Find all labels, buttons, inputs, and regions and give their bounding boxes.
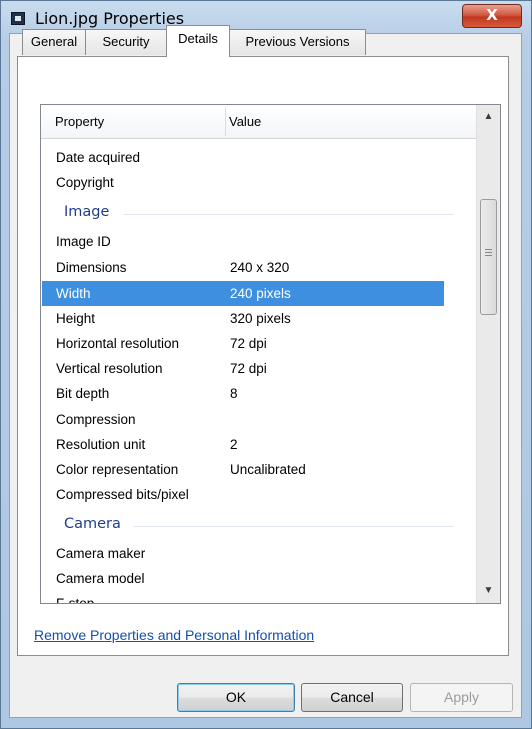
scroll-up-arrow-icon[interactable]: ▲ (477, 105, 500, 129)
property-value: 320 pixels (230, 311, 291, 326)
property-value: 72 dpi (230, 361, 267, 376)
property-value: 72 dpi (230, 336, 267, 351)
vertical-scrollbar[interactable]: ▲ ▼ (476, 105, 500, 603)
property-name: Height (56, 311, 96, 326)
apply-button[interactable]: Apply (410, 683, 513, 712)
tab-general[interactable]: General (22, 29, 86, 55)
property-value: 8 (230, 386, 238, 401)
property-name: Image ID (56, 234, 111, 249)
property-name: F-stop (56, 596, 95, 604)
property-value: 240 pixels (230, 286, 291, 301)
window-title: Lion.jpg Properties (35, 9, 185, 28)
group-header-camera: Camera (42, 513, 454, 538)
tab-previous-versions[interactable]: Previous Versions (229, 29, 366, 55)
tab-details[interactable]: Details (166, 25, 230, 57)
tab-security[interactable]: Security (85, 29, 167, 55)
property-name: Resolution unit (56, 437, 146, 452)
property-name: Color representation (56, 462, 179, 477)
property-name: Vertical resolution (56, 361, 163, 376)
property-name: Bit depth (56, 386, 110, 401)
column-header-property[interactable]: Property (55, 105, 104, 138)
cancel-button[interactable]: Cancel (301, 683, 403, 712)
ok-button[interactable]: OK (177, 683, 295, 712)
group-divider (134, 526, 454, 527)
list-item-selected[interactable]: Width 240 pixels (42, 281, 444, 306)
property-value: 2 (230, 437, 238, 452)
property-name: Horizontal resolution (56, 336, 180, 351)
group-divider (124, 214, 454, 215)
property-value: Uncalibrated (230, 462, 306, 477)
group-label: Image (64, 204, 110, 220)
close-button[interactable]: X (462, 4, 522, 28)
property-name: Copyright (56, 175, 114, 190)
property-name: Width (56, 286, 91, 301)
property-name: Date acquired (56, 150, 141, 165)
grip-icon (485, 249, 492, 257)
window-app-icon (11, 12, 25, 25)
property-name: Compression (56, 412, 136, 427)
property-value: 240 x 320 (230, 260, 290, 275)
property-name: Camera maker (56, 546, 146, 561)
property-name: Compressed bits/pixel (56, 487, 189, 502)
property-name: Dimensions (56, 260, 127, 275)
scrollbar-thumb[interactable] (480, 199, 497, 315)
scroll-down-arrow-icon[interactable]: ▼ (477, 579, 500, 603)
group-label: Camera (64, 516, 121, 532)
column-divider[interactable] (225, 107, 226, 136)
property-name: Camera model (56, 571, 145, 586)
remove-properties-link[interactable]: Remove Properties and Personal Informati… (34, 627, 314, 643)
column-header: Property Value (41, 105, 477, 139)
group-header-image: Image (42, 201, 454, 226)
details-list[interactable]: Property Value Date acquired Copyright I… (40, 104, 501, 604)
column-header-value[interactable]: Value (229, 105, 261, 138)
